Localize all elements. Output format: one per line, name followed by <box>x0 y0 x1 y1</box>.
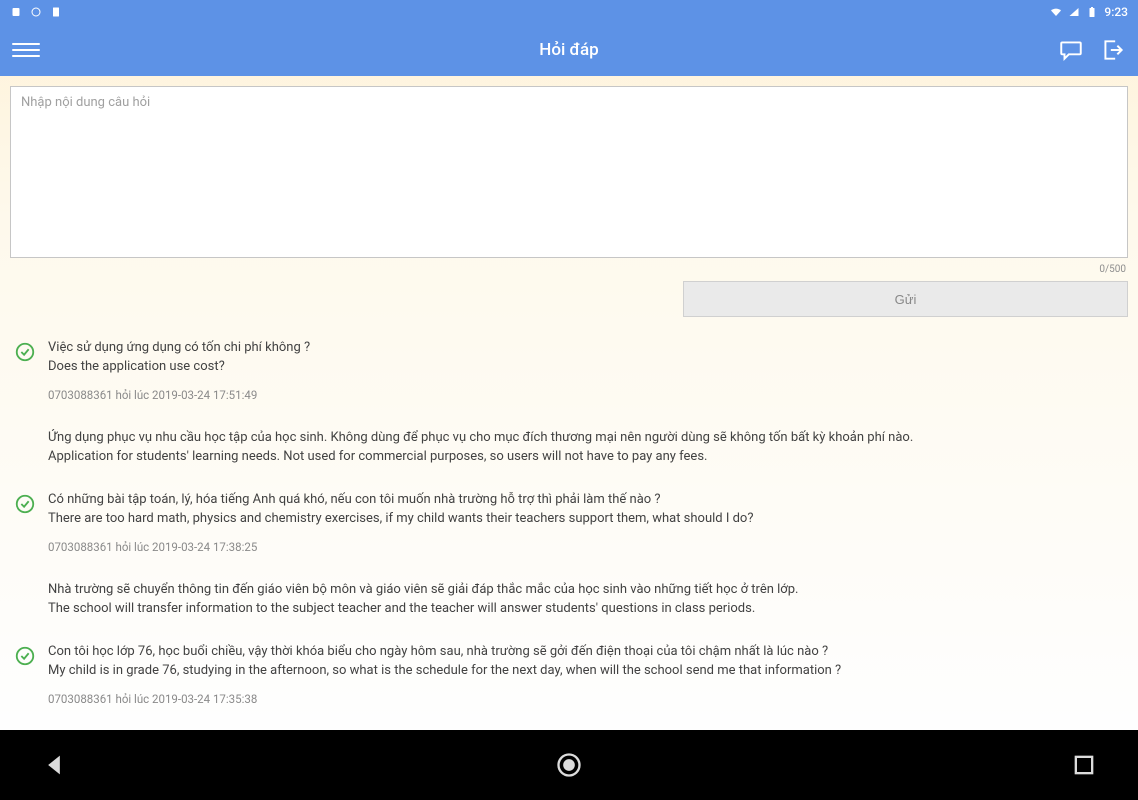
question-vn: Con tôi học lớp 76, học buổi chiều, vậy … <box>48 643 1122 662</box>
system-nav-bar <box>0 730 1138 800</box>
char-counter: 0/500 <box>0 262 1138 281</box>
menu-button[interactable] <box>12 36 40 64</box>
nav-home-button[interactable] <box>555 751 583 779</box>
content-area: 0/500 Gửi Việc sử dụng ứng dụng có tốn c… <box>0 76 1138 730</box>
app-bar: Hỏi đáp <box>0 24 1138 76</box>
check-circle-icon <box>14 645 36 667</box>
qa-item: Việc sử dụng ứng dụng có tốn chi phí khô… <box>0 329 1138 481</box>
question-en: There are too hard math, physics and che… <box>48 510 1122 529</box>
check-circle-icon <box>14 341 36 363</box>
status-notif-icon-1 <box>10 6 22 18</box>
question-en: Does the application use cost? <box>48 358 1122 377</box>
question-input[interactable] <box>10 86 1128 258</box>
question-vn: Có những bài tập toán, lý, hóa tiếng Anh… <box>48 491 1122 510</box>
status-time: 9:23 <box>1104 5 1128 19</box>
answer-en: Application for students' learning needs… <box>48 448 1122 467</box>
question-meta: 0703088361 hỏi lúc 2019-03-24 17:38:25 <box>48 539 1122 556</box>
question-en: My child is in grade 76, studying in the… <box>48 662 1122 681</box>
answer-en: The school will transfer information to … <box>48 600 1122 619</box>
send-button[interactable]: Gửi <box>683 281 1128 317</box>
status-bar: 9:23 <box>0 0 1138 24</box>
answer-vn: Nhà trường sẽ chuyển thông tin đến giáo … <box>48 581 1122 600</box>
question-meta: 0703088361 hỏi lúc 2019-03-24 17:35:38 <box>48 691 1122 708</box>
qa-item: Con tôi học lớp 76, học buổi chiều, vậy … <box>0 633 1138 721</box>
exit-icon[interactable] <box>1100 37 1126 63</box>
question-meta: 0703088361 hỏi lúc 2019-03-24 17:51:49 <box>48 387 1122 404</box>
battery-icon <box>1086 6 1098 18</box>
status-notif-icon-2 <box>30 6 42 18</box>
check-circle-icon <box>14 493 36 515</box>
chat-icon[interactable] <box>1058 37 1084 63</box>
qa-item: Có những bài tập toán, lý, hóa tiếng Anh… <box>0 481 1138 633</box>
answer-vn: Ứng dụng phục vụ nhu cầu học tập của học… <box>48 429 1122 448</box>
qa-list[interactable]: Việc sử dụng ứng dụng có tốn chi phí khô… <box>0 323 1138 730</box>
nav-back-button[interactable] <box>40 751 68 779</box>
page-title: Hỏi đáp <box>539 40 598 60</box>
wifi-icon <box>1050 6 1062 18</box>
status-notif-icon-3 <box>50 6 62 18</box>
signal-icon <box>1068 6 1080 18</box>
question-vn: Việc sử dụng ứng dụng có tốn chi phí khô… <box>48 339 1122 358</box>
nav-recent-button[interactable] <box>1070 751 1098 779</box>
